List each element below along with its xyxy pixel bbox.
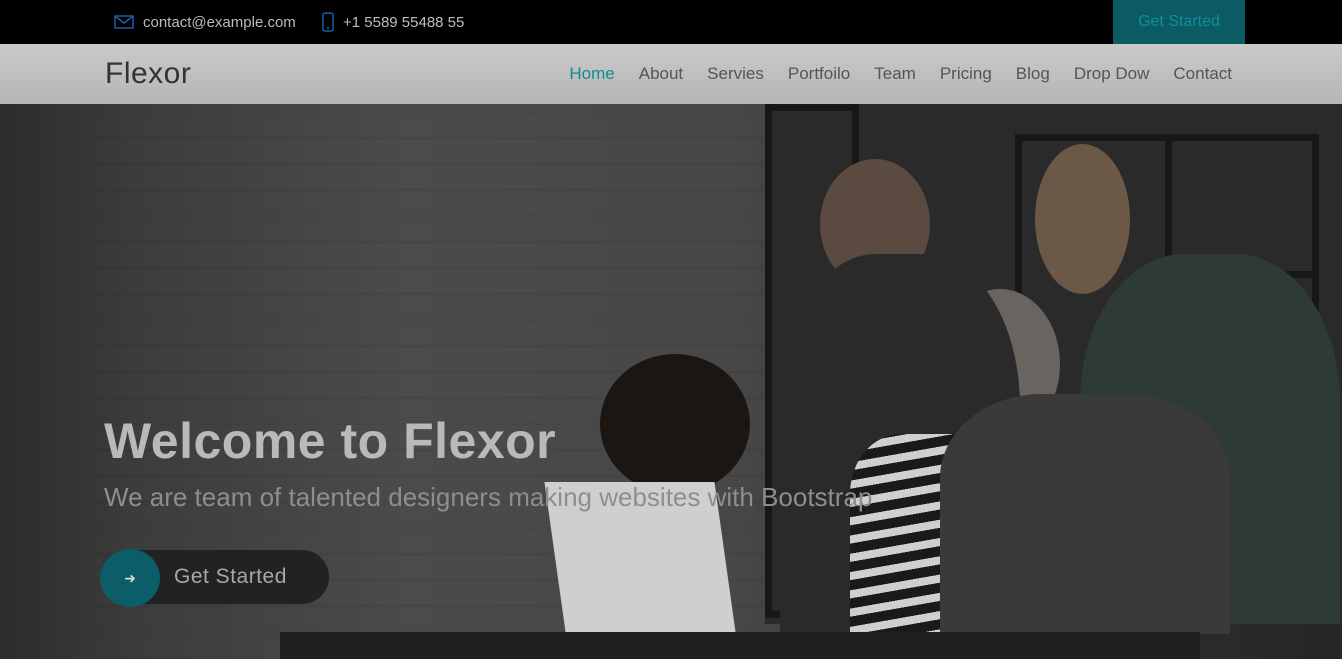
nav-item-pricing[interactable]: Pricing — [940, 64, 992, 84]
contact-phone-text: +1 5589 55488 55 — [343, 13, 465, 31]
envelope-icon — [114, 14, 134, 30]
contact-email[interactable]: contact@example.com — [114, 0, 296, 44]
nav-item-team[interactable]: Team — [874, 64, 916, 84]
nav-item-services[interactable]: Servies — [707, 64, 764, 84]
arrow-right-icon: ➜ — [100, 549, 160, 607]
topbar-get-started-button[interactable]: Get Started — [1113, 0, 1245, 44]
contact-email-text: contact@example.com — [143, 13, 296, 31]
hero-button-label: Get Started — [174, 565, 287, 588]
hero-person — [1035, 144, 1130, 294]
hero-subtitle: We are team of talented designers making… — [104, 482, 873, 512]
nav-item-contact[interactable]: Contact — [1173, 64, 1232, 84]
nav-item-about[interactable]: About — [639, 64, 683, 84]
nav-item-portfolio[interactable]: Portfoilo — [788, 64, 850, 84]
hero-section: Welcome to Flexor We are team of talente… — [0, 104, 1342, 659]
phone-icon — [322, 12, 334, 32]
hero-title: Welcome to Flexor — [104, 413, 557, 469]
hero-person — [600, 354, 750, 494]
site-logo[interactable]: Flexor — [105, 44, 191, 104]
navbar: Flexor Home About Servies Portfoilo Team… — [0, 44, 1342, 104]
top-bar: contact@example.com +1 5589 55488 55 Get… — [0, 0, 1342, 44]
nav-item-dropdown[interactable]: Drop Dow — [1074, 64, 1150, 84]
main-nav: Home About Servies Portfoilo Team Pricin… — [569, 44, 1232, 104]
contact-phone[interactable]: +1 5589 55488 55 — [322, 0, 464, 44]
nav-item-home[interactable]: Home — [569, 64, 614, 84]
nav-item-blog[interactable]: Blog — [1016, 64, 1050, 84]
hero-get-started-button[interactable]: ➜ Get Started — [100, 549, 329, 607]
hero-table — [280, 632, 1200, 659]
hero-person-body — [940, 394, 1230, 634]
